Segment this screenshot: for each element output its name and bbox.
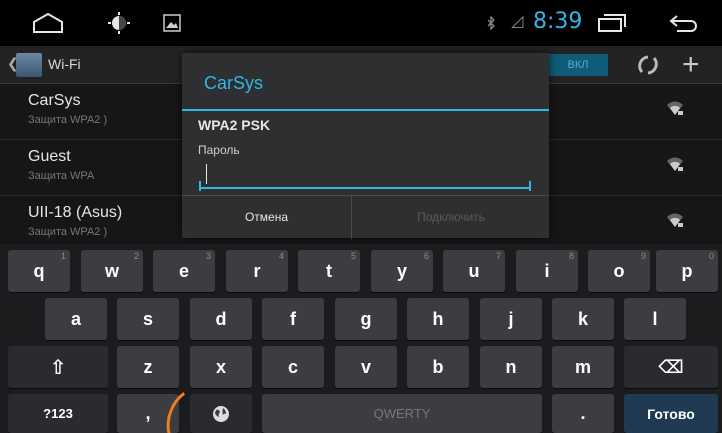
key-g[interactable]: g	[335, 298, 397, 340]
gallery-icon	[160, 0, 184, 46]
home-icon[interactable]	[28, 0, 68, 46]
wifi-toggle[interactable]: ВКЛ	[548, 54, 608, 76]
status-bar: ◿ 8:39	[0, 0, 722, 46]
wifi-locked-icon	[666, 212, 684, 233]
onscreen-keyboard: q1 w2 e3 r4 t5 y6 u7 i8 o9 p0 a s d f g …	[0, 244, 722, 433]
security-type: WPA2 PSK	[198, 117, 271, 133]
key-r[interactable]: r4	[226, 250, 288, 292]
key-o[interactable]: o9	[588, 250, 650, 292]
key-x[interactable]: x	[190, 346, 252, 388]
wifi-locked-icon	[666, 100, 684, 121]
key-v[interactable]: v	[335, 346, 397, 388]
key-z[interactable]: z	[117, 346, 179, 388]
dialog-title: CarSys	[204, 73, 264, 93]
key-h[interactable]: h	[407, 298, 469, 340]
dialog-title-divider	[182, 109, 549, 111]
cancel-button[interactable]: Отмена	[182, 196, 352, 239]
key-j[interactable]: j	[480, 298, 542, 340]
backspace-key[interactable]: ⌫	[624, 346, 718, 388]
key-w[interactable]: w2	[81, 250, 143, 292]
page-title: Wi-Fi	[48, 56, 81, 72]
key-d[interactable]: d	[190, 298, 252, 340]
signal-icon: ◿	[511, 13, 524, 30]
add-network-button[interactable]: +	[682, 48, 700, 82]
globe-icon	[213, 405, 229, 422]
key-u[interactable]: u7	[443, 250, 505, 292]
network-name: CarSys	[28, 92, 81, 109]
key-n[interactable]: n	[480, 346, 542, 388]
key-a[interactable]: a	[45, 298, 107, 340]
key-k[interactable]: k	[552, 298, 614, 340]
shift-icon: ⇧	[49, 356, 67, 379]
network-security: Защита WPA	[28, 170, 95, 182]
key-c[interactable]: c	[262, 346, 324, 388]
key-m[interactable]: m	[552, 346, 614, 388]
key-y[interactable]: y6	[371, 250, 433, 292]
shift-key[interactable]: ⇧	[8, 346, 108, 388]
recent-apps-icon[interactable]	[594, 0, 630, 46]
key-f[interactable]: f	[262, 298, 324, 340]
wifi-settings-icon	[16, 53, 42, 77]
wifi-connect-dialog: CarSys WPA2 PSK Пароль Отмена Подключить	[182, 53, 549, 239]
network-name: Guest	[28, 148, 71, 165]
period-key[interactable]: .	[552, 394, 614, 433]
network-security: Защита WPA2 )	[28, 114, 108, 126]
key-i[interactable]: i8	[516, 250, 578, 292]
symbols-key[interactable]: ?123	[8, 394, 108, 433]
key-s[interactable]: s	[117, 298, 179, 340]
backspace-icon: ⌫	[658, 356, 684, 377]
key-p[interactable]: p0	[656, 250, 718, 292]
back-icon[interactable]	[666, 0, 700, 46]
key-e[interactable]: e3	[153, 250, 215, 292]
key-q[interactable]: q1	[8, 250, 70, 292]
wifi-locked-icon	[666, 156, 684, 177]
input-underline-edge	[199, 181, 201, 191]
wps-icon[interactable]	[636, 54, 660, 81]
space-key[interactable]: QWERTY	[262, 394, 542, 433]
text-cursor	[206, 164, 207, 184]
done-key[interactable]: Готово	[624, 394, 718, 433]
status-time: 8:39	[533, 9, 583, 34]
password-label: Пароль	[198, 143, 240, 157]
key-l[interactable]: l	[624, 298, 686, 340]
dialog-button-bar: Отмена Подключить	[182, 195, 549, 239]
key-t[interactable]: t5	[298, 250, 360, 292]
brightness-icon	[102, 0, 136, 46]
connect-button[interactable]: Подключить	[353, 196, 549, 239]
network-security: Защита WPA2 )	[28, 226, 108, 238]
password-input[interactable]	[199, 159, 531, 189]
network-name: UII-18 (Asus)	[28, 204, 123, 221]
input-underline-edge	[529, 181, 531, 191]
key-b[interactable]: b	[407, 346, 469, 388]
bluetooth-icon	[483, 0, 499, 46]
